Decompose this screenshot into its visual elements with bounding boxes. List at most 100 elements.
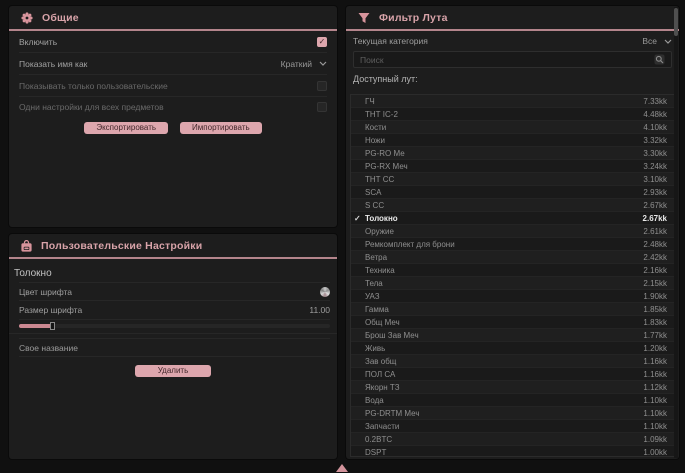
loot-item-value: 1.00kk <box>643 448 667 457</box>
loot-list-item[interactable]: Запчасти 1.10kk <box>351 420 674 433</box>
chevron-down-icon <box>319 61 327 66</box>
panel-custom-header: Пользовательские Настройки <box>9 234 337 257</box>
font-size-label: Размер шрифта <box>19 305 82 315</box>
search-box <box>353 51 672 68</box>
loot-item-value: 1.77kk <box>643 331 667 340</box>
slider-fill <box>19 324 52 328</box>
loot-list-item[interactable]: Кости 4.10kk <box>351 121 674 134</box>
export-button[interactable]: Экспортировать <box>84 122 168 134</box>
loot-item-value: 1.90kk <box>643 292 667 301</box>
loot-item-name: PG-DRTM Меч <box>365 409 643 418</box>
loot-item-value: 2.16kk <box>643 266 667 275</box>
enable-label: Включить <box>19 37 57 47</box>
collapse-arrow-icon[interactable] <box>336 464 348 472</box>
loot-list-item[interactable]: Общ Меч 1.83kk <box>351 316 674 329</box>
loot-list-item[interactable]: Брош Зав Меч 1.77kk <box>351 329 674 342</box>
loot-item-name: Зав общ <box>365 357 643 366</box>
loot-list-item[interactable]: Ремкомплект для брони 2.48kk <box>351 238 674 251</box>
loot-list: ГЧ 7.33kk ТНТ IC-2 4.48kk Кости 4.10kk Н… <box>350 94 675 457</box>
loot-item-value: 3.24kk <box>643 162 667 171</box>
name-display-value: Краткий <box>281 59 312 69</box>
color-wheel-icon[interactable] <box>320 287 330 297</box>
scrollbar-thumb[interactable] <box>674 8 678 36</box>
custom-name-row: Свое название <box>19 338 330 357</box>
category-value: Все <box>642 36 657 46</box>
loot-list-item[interactable]: Ножи 3.32kk <box>351 134 674 147</box>
same-settings-checkbox[interactable] <box>317 102 327 112</box>
delete-button[interactable]: Удалить <box>135 365 211 377</box>
loot-list-item[interactable]: Ветра 2.42kk <box>351 251 674 264</box>
search-input[interactable] <box>360 55 648 65</box>
only-custom-label: Показывать только пользовательские <box>19 81 168 91</box>
loot-list-item[interactable]: ПОЛ СА 1.16kk <box>351 368 674 381</box>
font-color-label: Цвет шрифта <box>19 287 72 297</box>
font-size-slider[interactable] <box>19 324 330 328</box>
loot-item-name: ГЧ <box>365 97 643 106</box>
loot-item-name: 0.2BTC <box>365 435 643 444</box>
loot-item-name: Брош Зав Меч <box>365 331 643 340</box>
loot-list-item[interactable]: УАЗ 1.90kk <box>351 290 674 303</box>
panel-filter-header: Фильтр Лута <box>346 6 679 29</box>
loot-item-name: Техника <box>365 266 643 275</box>
custom-name-label: Свое название <box>19 343 78 353</box>
import-button[interactable]: Импортировать <box>180 122 262 134</box>
category-select[interactable]: Все <box>642 36 672 46</box>
search-icon[interactable] <box>654 54 665 65</box>
panel-custom-title: Пользовательские Настройки <box>41 240 202 252</box>
loot-list-item[interactable]: Техника 2.16kk <box>351 264 674 277</box>
loot-list-item[interactable]: ТНТ IC-2 4.48kk <box>351 108 674 121</box>
loot-item-name: ПОЛ СА <box>365 370 643 379</box>
loot-list-item[interactable]: ГЧ 7.33kk <box>351 95 674 108</box>
loot-list-item[interactable]: DSPT 1.00kk <box>351 446 674 457</box>
funnel-icon <box>358 12 370 24</box>
loot-item-name: Ремкомплект для брони <box>365 240 643 249</box>
name-display-select[interactable]: Краткий <box>281 59 327 69</box>
slider-handle[interactable] <box>50 322 55 330</box>
font-size-row: Размер шрифта 11.00 <box>19 301 330 320</box>
same-settings-label: Одни настройки для всех предметов <box>19 102 164 112</box>
panel-general-title: Общие <box>42 12 79 24</box>
loot-item-name: Якорн ТЗ <box>365 383 643 392</box>
loot-item-name: Вода <box>365 396 643 405</box>
pink-divider <box>9 257 337 259</box>
loot-list-item[interactable]: Оружие 2.61kk <box>351 225 674 238</box>
loot-item-value: 4.48kk <box>643 110 667 119</box>
font-color-row: Цвет шрифта <box>19 282 330 301</box>
font-size-value: 11.00 <box>309 305 330 315</box>
loot-list-item[interactable]: ТНТ СС 3.10kk <box>351 173 674 186</box>
loot-list-item[interactable]: SCA 2.93kk <box>351 186 674 199</box>
gear-icon <box>21 12 33 24</box>
loot-list-item[interactable]: PG-DRTM Меч 1.10kk <box>351 407 674 420</box>
loot-list-item[interactable]: Живь 1.20kk <box>351 342 674 355</box>
loot-item-name: S СС <box>365 201 643 210</box>
loot-item-name: ТНТ IC-2 <box>365 110 643 119</box>
loot-item-value: 1.10kk <box>643 422 667 431</box>
loot-item-name: Ветра <box>365 253 643 262</box>
loot-list-item[interactable]: Якорн ТЗ 1.12kk <box>351 381 674 394</box>
loot-list-item[interactable]: S СС 2.67kk <box>351 199 674 212</box>
loot-list-item[interactable]: Вода 1.10kk <box>351 394 674 407</box>
setting-row-same-settings: Одни настройки для всех предметов <box>19 97 327 117</box>
loot-item-name: ТНТ СС <box>365 175 643 184</box>
loot-list-item[interactable]: PG-RO Ме 3.30kk <box>351 147 674 160</box>
loot-list-item[interactable]: 0.2BTC 1.09kk <box>351 433 674 446</box>
panel-general-header: Общие <box>9 6 337 29</box>
custom-name-input[interactable] <box>78 343 330 353</box>
only-custom-checkbox[interactable] <box>317 81 327 91</box>
chevron-down-icon <box>664 39 672 44</box>
loot-item-value: 2.61kk <box>643 227 667 236</box>
loot-item-name: Общ Меч <box>365 318 643 327</box>
loot-item-value: 7.33kk <box>643 97 667 106</box>
loot-item-name: Кости <box>365 123 643 132</box>
loot-list-item[interactable]: Тела 2.15kk <box>351 277 674 290</box>
loot-list-item[interactable]: Гамма 1.85kk <box>351 303 674 316</box>
loot-item-name: УАЗ <box>365 292 643 301</box>
selected-item-name: Толокно <box>14 268 327 279</box>
loot-item-value: 2.15kk <box>643 279 667 288</box>
loot-list-item[interactable]: PG-RX Меч 3.24kk <box>351 160 674 173</box>
loot-item-value: 1.85kk <box>643 305 667 314</box>
loot-list-item[interactable]: Зав общ 1.16kk <box>351 355 674 368</box>
loot-item-value: 3.10kk <box>643 175 667 184</box>
loot-list-item[interactable]: ✓ Толокно 2.67kk <box>351 212 674 225</box>
enable-checkbox[interactable] <box>317 37 327 47</box>
